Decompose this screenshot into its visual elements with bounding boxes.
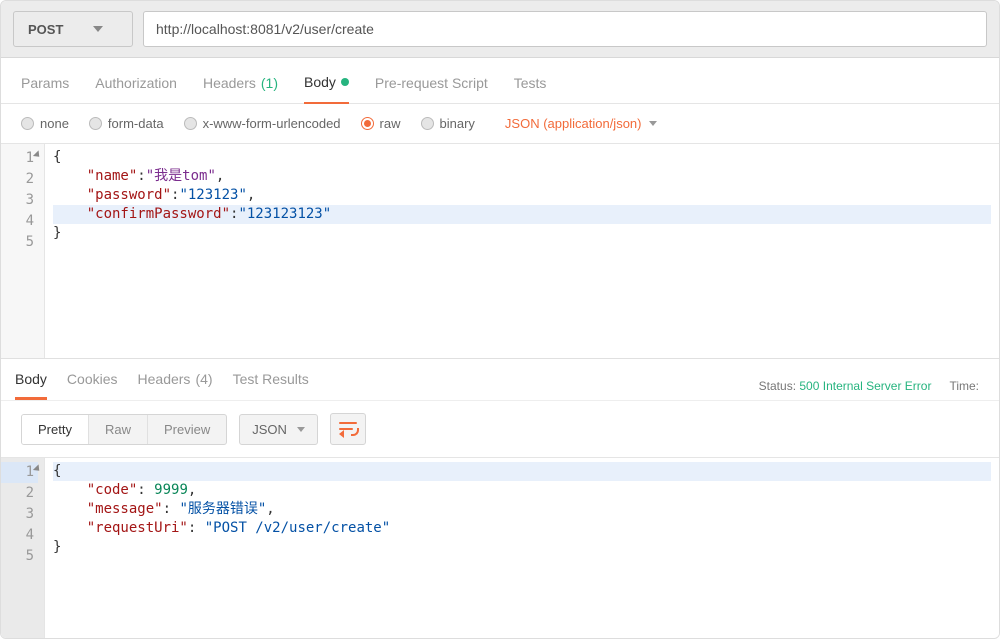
- request-url-input[interactable]: [143, 11, 987, 47]
- json-key: "requestUri": [87, 520, 188, 536]
- response-status: Status: 500 Internal Server Error Time:: [759, 379, 979, 393]
- status-label: Status:: [759, 379, 796, 393]
- tab-params[interactable]: Params: [21, 74, 69, 103]
- line-number: 5: [1, 232, 38, 253]
- content-type-select[interactable]: JSON (application/json): [505, 116, 658, 131]
- json-key: "message": [87, 501, 163, 517]
- resp-tab-cookies[interactable]: Cookies: [67, 371, 118, 400]
- radio-none-label: none: [40, 116, 69, 131]
- request-tabs: Params Authorization Headers (1) Body Pr…: [1, 58, 999, 104]
- tab-prerequest[interactable]: Pre-request Script: [375, 74, 488, 103]
- response-format-select[interactable]: JSON: [239, 414, 318, 445]
- json-value: "我是tom": [146, 168, 216, 184]
- request-bar: POST: [1, 1, 999, 58]
- tab-body[interactable]: Body: [304, 74, 349, 104]
- json-key: "confirmPassword": [87, 206, 230, 222]
- response-tabs: Body Cookies Headers (4) Test Results: [15, 371, 309, 400]
- content-type-value: JSON (application/json): [505, 116, 642, 131]
- body-indicator-dot: [341, 78, 349, 86]
- resp-tab-headers[interactable]: Headers (4): [138, 371, 213, 400]
- code-area[interactable]: { "name":"我是tom", "password":"123123", "…: [45, 144, 999, 358]
- response-header: Body Cookies Headers (4) Test Results St…: [1, 358, 999, 400]
- radio-formdata-label: form-data: [108, 116, 164, 131]
- http-method-value: POST: [28, 22, 63, 37]
- radio-xwww-label: x-www-form-urlencoded: [203, 116, 341, 131]
- line-number: 5: [1, 546, 38, 567]
- headers-count-badge: (1): [261, 75, 278, 91]
- json-key: "code": [87, 482, 138, 498]
- wrap-lines-icon: [339, 422, 357, 436]
- response-body-editor[interactable]: 1 2 3 4 5 { "code": 9999, "message": "服务…: [1, 458, 999, 638]
- response-view-toolbar: Pretty Raw Preview JSON: [1, 400, 999, 458]
- time-label: Time:: [949, 379, 979, 393]
- tab-tests[interactable]: Tests: [514, 74, 547, 103]
- status-value: 500 Internal Server Error: [799, 379, 931, 393]
- resp-headers-count: (4): [195, 371, 212, 390]
- body-type-row: none form-data x-www-form-urlencoded raw…: [1, 104, 999, 144]
- json-key: "name": [87, 168, 138, 184]
- line-number: 3: [1, 190, 38, 211]
- fold-icon[interactable]: [33, 464, 42, 473]
- chevron-down-icon: [93, 26, 103, 32]
- line-number: 2: [1, 169, 38, 190]
- line-number: 4: [1, 525, 38, 546]
- line-number: 1: [26, 464, 34, 480]
- fold-icon[interactable]: [33, 150, 42, 159]
- tab-body-label: Body: [304, 74, 336, 90]
- radio-binary[interactable]: binary: [421, 116, 475, 131]
- line-number: 4: [1, 211, 38, 232]
- line-gutter: 1 2 3 4 5: [1, 458, 45, 638]
- chevron-down-icon: [649, 121, 657, 126]
- tab-headers[interactable]: Headers (1): [203, 74, 278, 103]
- radio-xwww[interactable]: x-www-form-urlencoded: [184, 116, 341, 131]
- view-preview[interactable]: Preview: [148, 415, 226, 444]
- json-value: "123123123": [238, 206, 331, 222]
- json-value: "123123": [179, 187, 246, 203]
- code-area[interactable]: { "code": 9999, "message": "服务器错误", "req…: [45, 458, 999, 638]
- postman-request-panel: POST Params Authorization Headers (1) Bo…: [0, 0, 1000, 639]
- json-value: "POST /v2/user/create": [205, 520, 390, 536]
- tab-headers-label: Headers: [203, 75, 256, 91]
- radio-binary-label: binary: [440, 116, 475, 131]
- radio-formdata[interactable]: form-data: [89, 116, 164, 131]
- radio-raw[interactable]: raw: [361, 116, 401, 131]
- json-value: "服务器错误": [179, 501, 266, 517]
- tab-authorization[interactable]: Authorization: [95, 74, 177, 103]
- resp-tab-headers-label: Headers: [138, 371, 191, 390]
- wrap-lines-button[interactable]: [330, 413, 366, 445]
- line-gutter: 1 2 3 4 5: [1, 144, 45, 358]
- radio-none[interactable]: none: [21, 116, 69, 131]
- resp-tab-body[interactable]: Body: [15, 371, 47, 400]
- view-pretty[interactable]: Pretty: [22, 415, 89, 444]
- request-body-editor[interactable]: 1 2 3 4 5 { "name":"我是tom", "password":"…: [1, 144, 999, 358]
- json-key: "password": [87, 187, 171, 203]
- resp-tab-testresults[interactable]: Test Results: [233, 371, 309, 400]
- line-number: 2: [1, 483, 38, 504]
- line-number: 3: [1, 504, 38, 525]
- line-number: 1: [26, 150, 34, 166]
- view-mode-segment: Pretty Raw Preview: [21, 414, 227, 445]
- json-value: 9999: [154, 482, 188, 498]
- chevron-down-icon: [297, 427, 305, 432]
- http-method-select[interactable]: POST: [13, 11, 133, 47]
- response-format-value: JSON: [252, 422, 287, 437]
- view-raw[interactable]: Raw: [89, 415, 148, 444]
- radio-raw-label: raw: [380, 116, 401, 131]
